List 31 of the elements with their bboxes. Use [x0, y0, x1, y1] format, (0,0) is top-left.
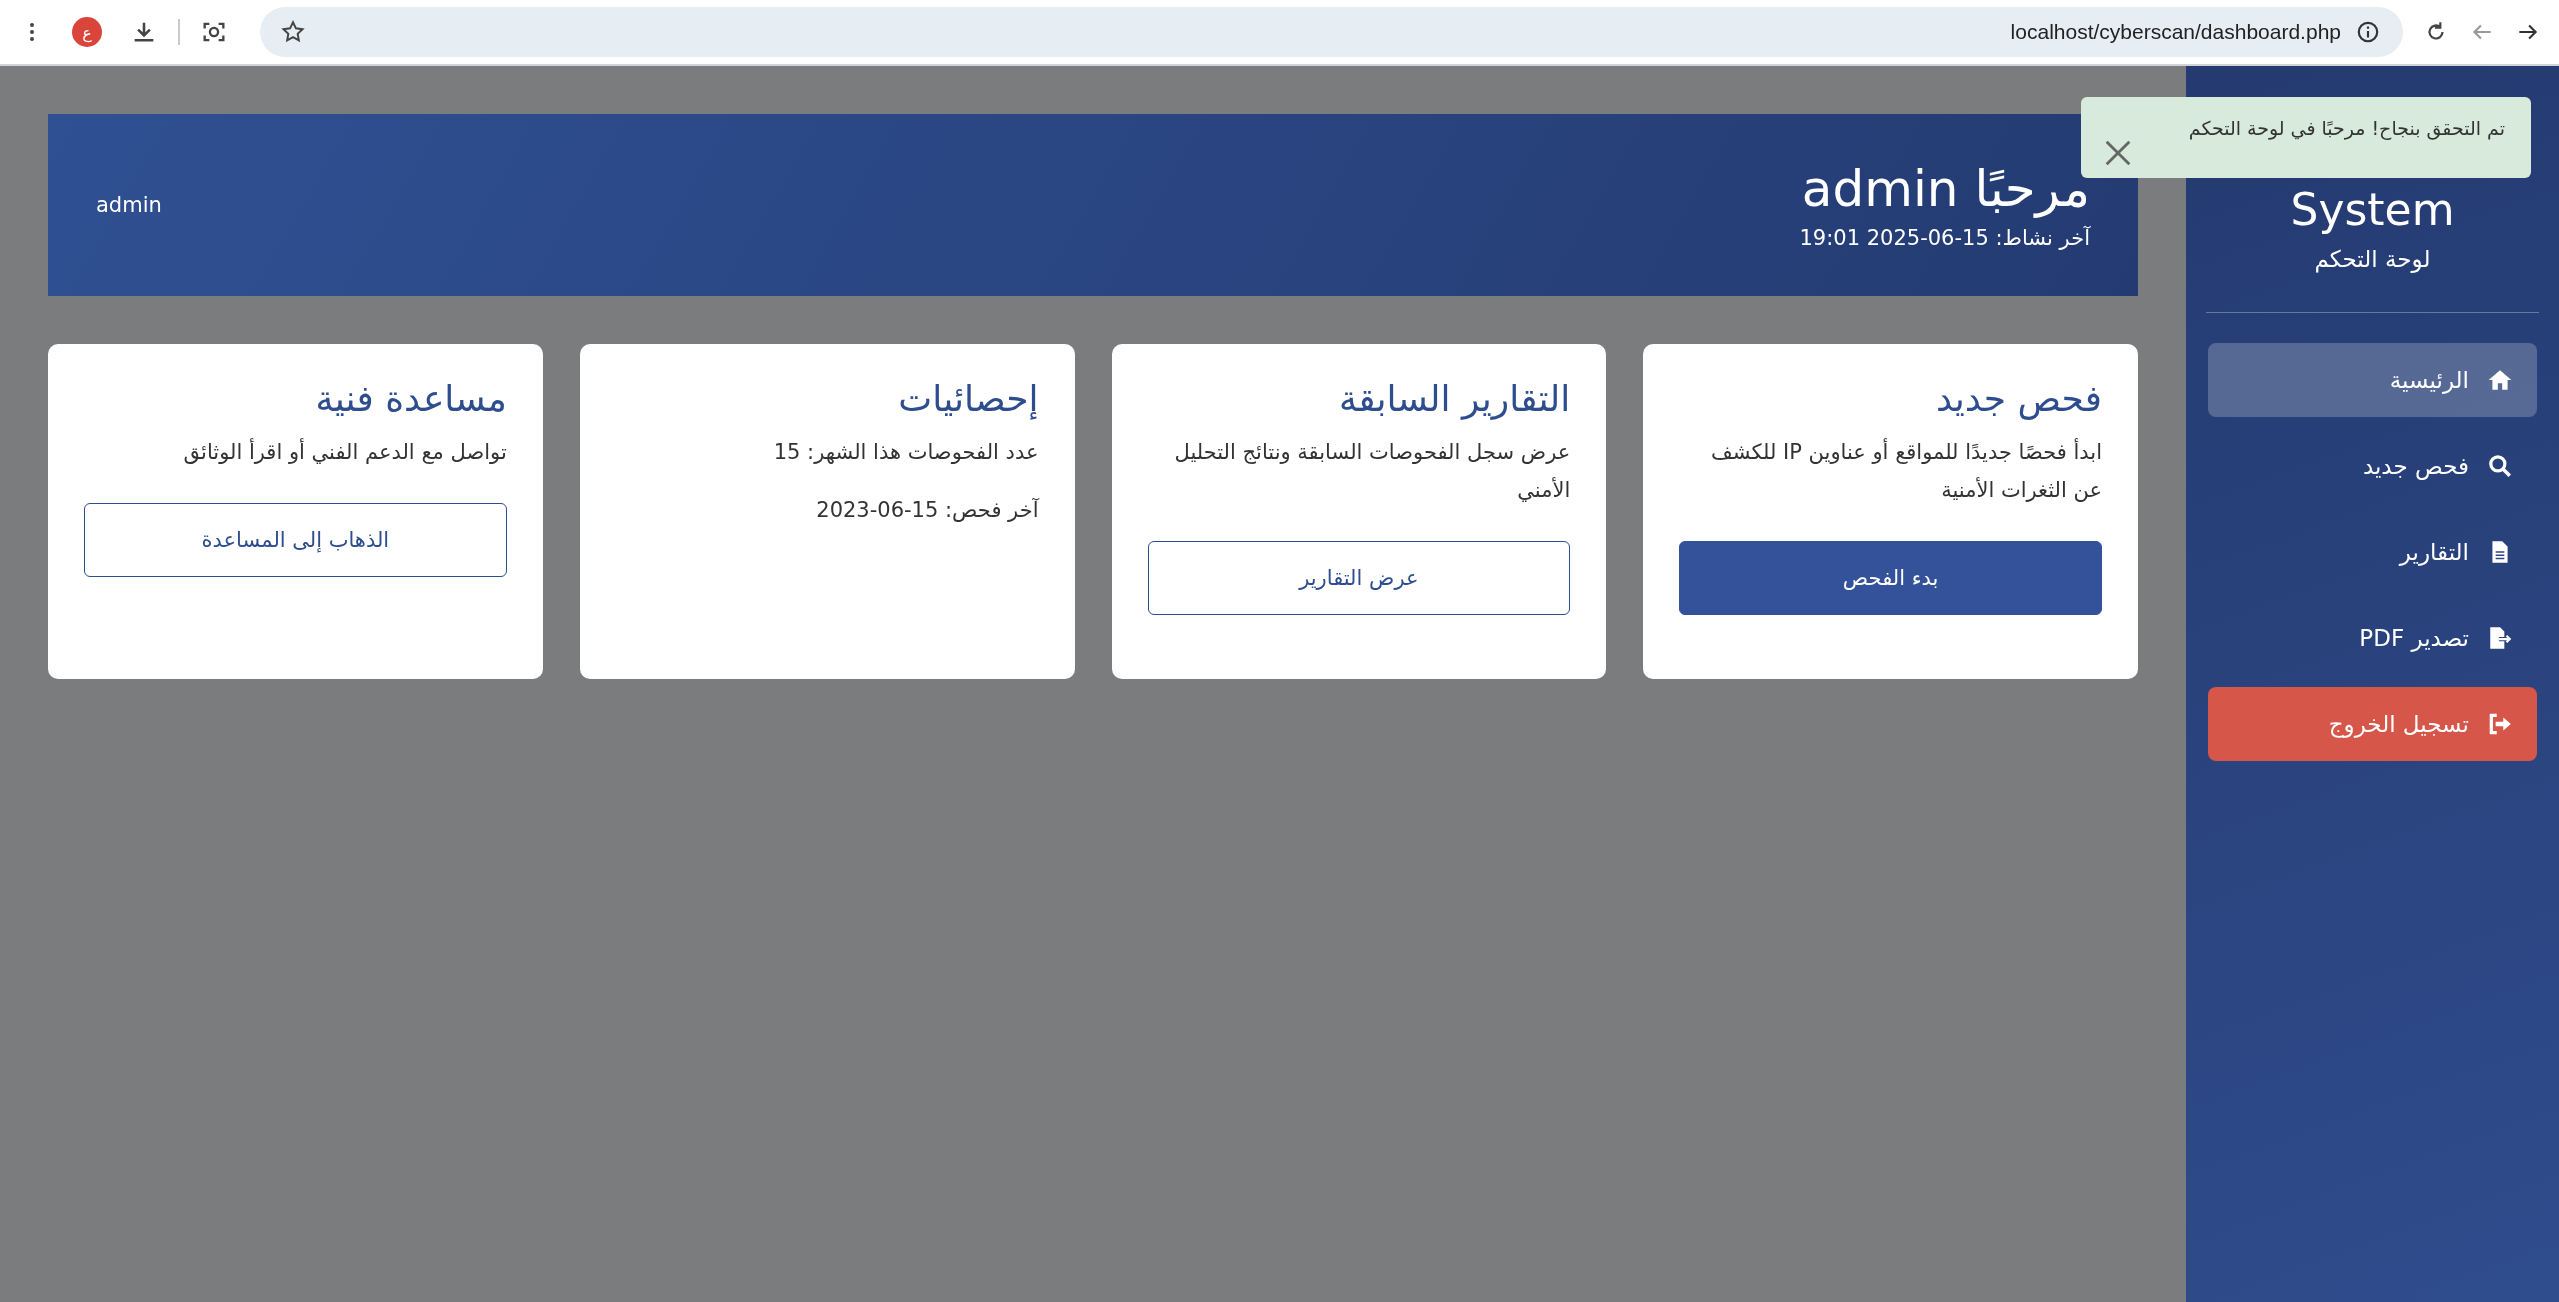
sidebar-item[interactable]: التقارير [2208, 515, 2537, 589]
toast-message: تم التحقق بنجاح! مرحبًا في لوحة التحكم [2188, 117, 2505, 139]
card-description: عرض سجل الفحوصات السابقة ونتائج التحليل الأمني [1173, 439, 1571, 504]
card-description: آخر فحص: 15-06-2023 [815, 497, 1039, 524]
last-activity-text: آخر نشاط: 15-06-2025 19:01 [1799, 226, 2090, 250]
card-title: إحصائيات [897, 378, 1039, 419]
card-description: ابدأ فحصًا جديدًا للمواقع أو عناوين IP للكشف عن الثغرات الأمنية [1709, 437, 2102, 504]
sign-out-icon [2487, 711, 2513, 737]
sidebar-title: System [2289, 184, 2456, 236]
card-title: مساعدة فنية [314, 378, 507, 419]
logout-button[interactable]: تسجيل الخروج [2208, 687, 2537, 761]
profile-avatar[interactable]: ع [72, 17, 102, 47]
star-icon[interactable] [280, 19, 306, 45]
username-label: admin [96, 193, 162, 217]
card-title: التقارير السابقة [1337, 378, 1571, 419]
sidebar-item[interactable]: تصدير PDF [2208, 601, 2537, 675]
sidebar-subtitle: لوحة التحكم [2313, 246, 2432, 272]
start-scan-button[interactable]: بدء الفحص [1679, 541, 2102, 615]
info-icon[interactable] [2355, 19, 2381, 45]
welcome-title: مرحبًا admin [1800, 160, 2090, 218]
sidebar-item[interactable]: الرئيسية [2208, 343, 2537, 417]
card-description: تواصل مع الدعم الفني أو اقرأ الوثائق [182, 437, 507, 466]
card-description: عدد الفحوصات هذا الشهر: 15 [772, 439, 1039, 466]
card-button[interactable]: عرض التقارير [1147, 541, 1571, 615]
card-title: فحص جديد [1934, 378, 2102, 419]
url-text: localhost/cyberscan/dashboard.php [2010, 20, 2341, 44]
sidebar-item[interactable]: فحص جديد [2208, 429, 2537, 503]
search-icon [2487, 453, 2513, 479]
card-button[interactable]: الذهاب إلى المساعدة [84, 503, 507, 577]
file-export-icon [2487, 625, 2513, 651]
address-bar[interactable]: localhost/cyberscan/dashboard.php [260, 7, 2403, 57]
